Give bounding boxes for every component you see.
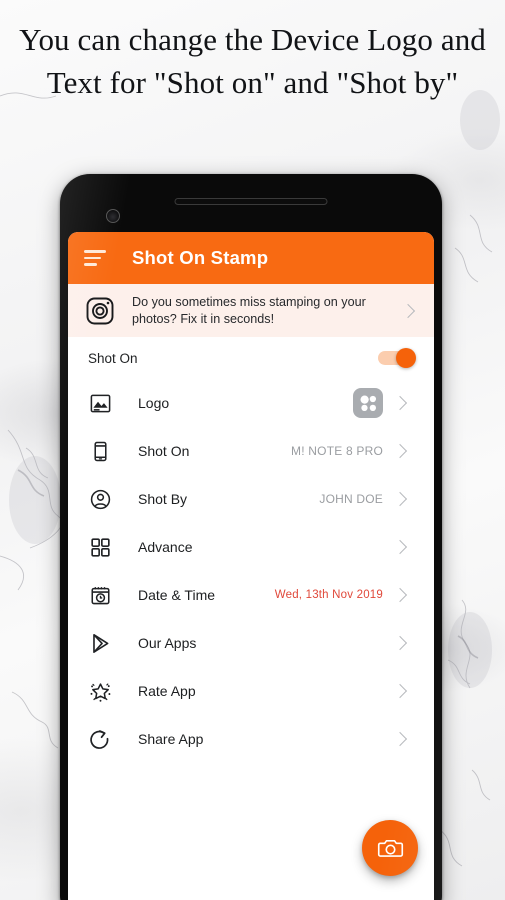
camera-icon — [377, 839, 403, 857]
app-title: Shot On Stamp — [132, 247, 269, 268]
list-item-logo[interactable]: Logo — [68, 379, 434, 427]
chevron-right-icon — [392, 587, 408, 603]
shot-on-toggle[interactable] — [378, 348, 416, 368]
earpiece-speaker — [174, 198, 328, 205]
list-item-label: Shot On — [138, 443, 190, 459]
person-icon — [88, 487, 112, 511]
list-item-label: Shot By — [138, 491, 188, 507]
screenshot-root: You can change the Device Logo and Text … — [0, 0, 505, 900]
star-sparkle-icon — [88, 679, 112, 703]
list-item-label: Our Apps — [138, 635, 197, 651]
chevron-right-icon — [392, 491, 408, 507]
phone-mockup: Shot On Stamp Do you sometimes miss stam… — [60, 174, 442, 900]
grid-icon — [88, 535, 112, 559]
headline-text: You can change the Device Logo and Text … — [19, 22, 486, 100]
chevron-right-icon — [392, 539, 408, 555]
hamburger-menu-icon[interactable] — [84, 250, 106, 266]
list-item-label: Advance — [138, 539, 193, 555]
instagram-camera-icon — [84, 295, 116, 327]
chevron-right-icon — [392, 635, 408, 651]
calendar-clock-icon — [88, 583, 112, 607]
list-item-date-time[interactable]: Date & Time Wed, 13th Nov 2019 — [68, 571, 434, 619]
chevron-right-icon — [392, 683, 408, 699]
app-bar: Shot On Stamp — [68, 232, 434, 284]
list-item-label: Share App — [138, 731, 204, 747]
list-item-rate-app[interactable]: Rate App — [68, 667, 434, 715]
list-item-label: Rate App — [138, 683, 196, 699]
list-item-share-app[interactable]: Share App — [68, 715, 434, 763]
chevron-right-icon — [392, 395, 408, 411]
play-store-icon — [88, 631, 112, 655]
shot-on-section-row: Shot On — [68, 337, 434, 379]
share-arrow-icon — [88, 727, 112, 751]
promo-banner[interactable]: Do you sometimes miss stamping on your p… — [68, 284, 434, 337]
list-item-shot-by[interactable]: Shot By JOHN DOE — [68, 475, 434, 523]
shot-on-section-label: Shot On — [88, 350, 138, 366]
phone-top-bezel — [60, 174, 442, 232]
list-item-value: JOHN DOE — [319, 492, 383, 506]
list-item-our-apps[interactable]: Our Apps — [68, 619, 434, 667]
toggle-thumb — [396, 348, 416, 368]
settings-list: Logo Shot On M! NOTE 8 PRO Shot By JOHN … — [68, 379, 434, 763]
promo-banner-text: Do you sometimes miss stamping on your p… — [132, 295, 366, 326]
camera-fab-button[interactable] — [362, 820, 418, 876]
list-item-shot-on[interactable]: Shot On M! NOTE 8 PRO — [68, 427, 434, 475]
phone-screen: Shot On Stamp Do you sometimes miss stam… — [68, 232, 434, 900]
device-logo-badge[interactable] — [353, 388, 383, 418]
list-item-label: Logo — [138, 395, 170, 411]
chevron-right-icon — [400, 303, 416, 318]
list-item-advance[interactable]: Advance — [68, 523, 434, 571]
list-item-label: Date & Time — [138, 587, 216, 603]
image-icon — [88, 391, 112, 415]
phone-icon — [88, 439, 112, 463]
chevron-right-icon — [392, 731, 408, 747]
chevron-right-icon — [392, 443, 408, 459]
list-item-value: Wed, 13th Nov 2019 — [274, 589, 383, 601]
list-item-value: M! NOTE 8 PRO — [291, 444, 383, 458]
front-camera-icon — [106, 209, 120, 223]
